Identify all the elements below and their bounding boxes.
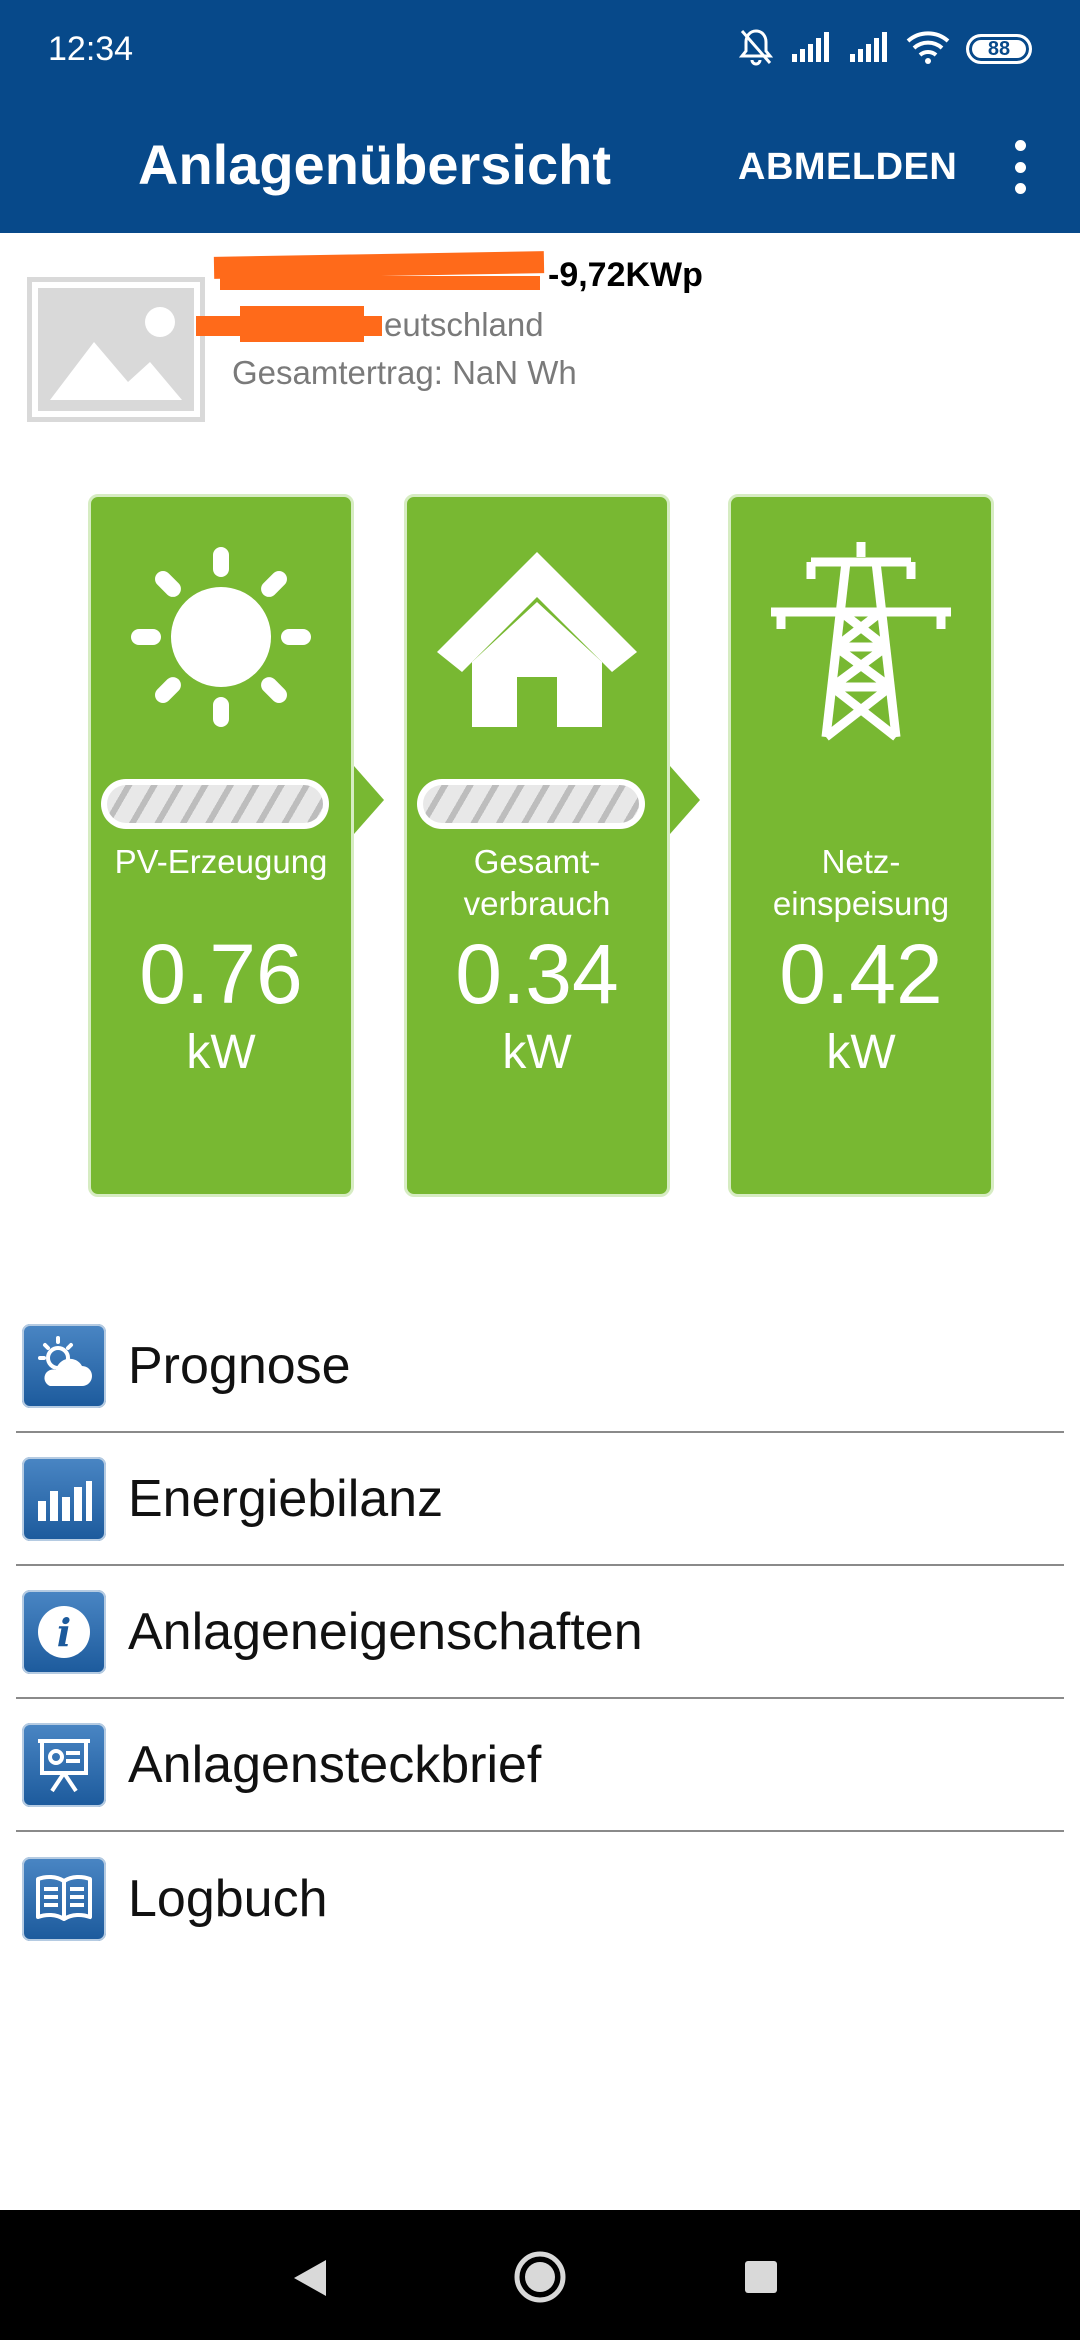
pv-label: PV-Erzeugung	[114, 843, 328, 880]
home-icon[interactable]	[513, 2250, 567, 2309]
status-time: 12:34	[48, 30, 134, 68]
back-icon[interactable]	[292, 2258, 328, 2303]
menu-item-prognose[interactable]: Prognose	[16, 1300, 1064, 1433]
presentation-icon	[22, 1722, 106, 1807]
flow-arrow	[354, 766, 384, 834]
more-vert-icon[interactable]	[1000, 140, 1040, 194]
bar-chart-icon	[22, 1456, 106, 1541]
consumption-value: 0.34	[455, 927, 619, 1021]
page-title: Anlagenübersicht	[138, 133, 611, 196]
consumption-label: Gesamt-	[473, 843, 601, 880]
battery-icon: 88	[966, 34, 1032, 64]
pv-value: 0.76	[139, 927, 303, 1021]
recents-icon[interactable]	[744, 2260, 778, 2299]
feed-in-unit: kW	[826, 1026, 896, 1079]
menu-item-anlageneigenschaften[interactable]: i Anlageneigenschaften	[16, 1566, 1064, 1699]
consumption-tile[interactable]: Gesamt- verbrauch 0.34 kW	[404, 494, 670, 1197]
pv-generation-tile[interactable]: PV-Erzeugung 0.76 kW	[88, 494, 354, 1197]
app-bar: 12:34 88 Anlagenübersicht ABMELDEN	[0, 0, 1080, 233]
menu-label: Anlageneigenschaften	[128, 1602, 643, 1661]
weather-forecast-icon	[22, 1323, 106, 1408]
menu-item-logbuch[interactable]: Logbuch	[16, 1832, 1064, 1965]
redaction-mark	[240, 306, 364, 342]
menu-label: Energiebilanz	[128, 1469, 444, 1528]
menu-label: Prognose	[128, 1336, 351, 1395]
signal-icon	[790, 31, 832, 67]
consumption-flow-bar	[417, 779, 645, 829]
book-icon	[22, 1856, 106, 1941]
consumption-label-2: verbrauch	[463, 885, 611, 922]
house-icon	[407, 537, 667, 747]
svg-text:i: i	[57, 1610, 71, 1655]
image-placeholder-icon	[27, 277, 205, 422]
feed-in-label-2: einspeisung	[772, 885, 950, 922]
menu-label: Anlagensteckbrief	[128, 1735, 542, 1794]
logout-button[interactable]: ABMELDEN	[738, 146, 957, 189]
signal-icon	[848, 31, 890, 67]
pv-unit: kW	[186, 1026, 256, 1079]
pv-flow-bar	[101, 779, 329, 829]
menu-item-anlagensteckbrief[interactable]: Anlagensteckbrief	[16, 1699, 1064, 1832]
plant-name: -9,72KWp	[548, 256, 703, 294]
status-icons: 88	[738, 26, 1032, 72]
power-pylon-icon	[731, 537, 991, 747]
info-icon: i	[22, 1589, 106, 1674]
bell-off-icon	[738, 27, 774, 72]
sun-icon	[91, 537, 351, 747]
menu-label: Logbuch	[128, 1869, 328, 1928]
feature-menu: Prognose Energiebilanz i Anlageneigensch…	[16, 1300, 1064, 1965]
plant-country: eutschland	[384, 306, 544, 343]
consumption-unit: kW	[502, 1026, 572, 1079]
feed-in-label: Netz-	[821, 843, 901, 880]
wifi-icon	[906, 30, 950, 69]
system-nav-bar	[0, 2210, 1080, 2340]
feed-in-value: 0.42	[779, 927, 943, 1021]
redaction-mark	[213, 251, 545, 279]
total-yield: Gesamtertrag: NaN Wh	[232, 354, 577, 391]
flow-arrow	[670, 766, 700, 834]
grid-feed-in-tile[interactable]: Netz- einspeisung 0.42 kW	[728, 494, 994, 1197]
redaction-mark	[220, 276, 540, 290]
menu-item-energiebilanz[interactable]: Energiebilanz	[16, 1433, 1064, 1566]
